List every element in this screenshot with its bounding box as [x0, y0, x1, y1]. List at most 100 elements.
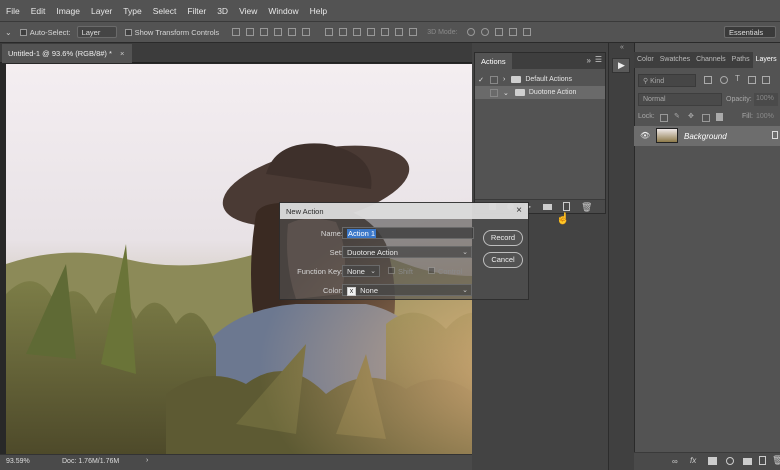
menu-filter[interactable]: Filter — [187, 6, 206, 16]
new-layer-icon[interactable] — [759, 456, 766, 465]
delete-layer-icon[interactable]: 🗑 — [772, 455, 780, 466]
new-group-icon[interactable] — [743, 458, 752, 465]
align-vcenter-icon[interactable] — [246, 28, 255, 36]
name-input-value: Action 1 — [347, 229, 377, 238]
3d-scale-icon[interactable] — [522, 28, 531, 36]
dialog-title-bar[interactable]: New Action × — [280, 203, 528, 219]
tab-swatches[interactable]: Swatches — [657, 52, 693, 68]
menu-layer[interactable]: Layer — [91, 6, 112, 16]
distribute-hcenter-icon[interactable] — [381, 28, 390, 36]
link-layers-icon[interactable]: ∞ — [672, 457, 678, 466]
actions-panel-icon[interactable]: ▶ — [612, 58, 630, 73]
action-set-row[interactable]: ⌄ Duotone Action — [475, 86, 605, 99]
align-right-icon[interactable] — [302, 28, 311, 36]
close-tab-icon[interactable]: × — [120, 49, 124, 58]
layer-style-fx-icon[interactable]: fx — [690, 456, 696, 465]
workspace-switcher[interactable]: Essentials — [724, 26, 776, 38]
zoom-level[interactable]: 93.59% — [6, 458, 30, 465]
menu-window[interactable]: Window — [268, 6, 298, 16]
document-tab[interactable]: Untitled-1 @ 93.6% (RGB/8#) * × — [2, 44, 133, 63]
transform-controls-checkbox[interactable] — [124, 28, 132, 36]
actions-tab[interactable]: Actions — [475, 53, 512, 69]
lock-artboard-icon[interactable] — [702, 114, 710, 122]
tool-preset-chevron-icon[interactable]: ⌄ — [5, 28, 12, 37]
filter-kind-dropdown[interactable]: ⚲ Kind — [638, 74, 696, 87]
control-checkbox[interactable] — [428, 267, 435, 274]
menu-file[interactable]: File — [6, 6, 20, 16]
close-icon[interactable]: × — [516, 205, 522, 216]
name-input[interactable]: Action 1 — [342, 227, 474, 239]
distribute-vcenter-icon[interactable] — [339, 28, 348, 36]
3d-pan-icon[interactable] — [494, 28, 503, 36]
new-set-folder-icon[interactable] — [543, 204, 552, 210]
3d-roll-icon[interactable] — [480, 28, 489, 36]
menu-image[interactable]: Image — [56, 6, 80, 16]
distribute-top-icon[interactable] — [325, 28, 334, 36]
align-top-icon[interactable] — [232, 28, 241, 36]
status-menu-arrow-icon[interactable]: › — [146, 457, 148, 464]
add-mask-icon[interactable] — [708, 457, 717, 465]
delete-icon[interactable]: 🗑 — [581, 202, 592, 213]
filter-adjustment-icon[interactable] — [720, 76, 728, 84]
distribute-right-icon[interactable] — [395, 28, 404, 36]
blend-mode-dropdown[interactable]: Normal — [638, 93, 722, 106]
tab-paths[interactable]: Paths — [729, 52, 753, 68]
opacity-label: Opacity: — [726, 96, 752, 103]
auto-select-value: Layer — [81, 28, 101, 37]
lock-position-icon[interactable]: ✥ — [688, 112, 694, 120]
action-set-label: Default Actions — [525, 76, 573, 83]
3d-slide-icon[interactable] — [508, 28, 517, 36]
menu-type[interactable]: Type — [123, 6, 141, 16]
expand-arrow-icon[interactable]: › — [503, 76, 505, 83]
distribute-bottom-icon[interactable] — [353, 28, 362, 36]
tab-channels[interactable]: Channels — [693, 52, 729, 68]
action-set-row[interactable]: ✓ › Default Actions — [475, 73, 605, 86]
layer-row[interactable]: 👁 Background — [634, 126, 780, 146]
mouse-cursor-icon: ☝ — [556, 213, 570, 225]
eye-visibility-icon[interactable]: 👁 — [640, 131, 650, 140]
lock-all-icon[interactable] — [716, 113, 723, 121]
lock-transparent-icon[interactable] — [660, 114, 668, 122]
dialog-toggle-box[interactable] — [490, 88, 498, 97]
layer-filter-row: ⚲ Kind T — [634, 74, 780, 88]
dock-expand-icon[interactable]: « — [620, 44, 624, 51]
record-button[interactable]: Record — [483, 230, 523, 246]
align-hcenter-icon[interactable] — [288, 28, 297, 36]
function-key-dropdown[interactable]: None ⌄ — [342, 265, 380, 277]
new-action-icon[interactable] — [563, 202, 570, 211]
lock-image-icon[interactable]: ✎ — [674, 112, 680, 120]
menu-3d[interactable]: 3D — [217, 6, 228, 16]
layer-name[interactable]: Background — [684, 132, 727, 141]
dialog-toggle-box[interactable] — [490, 75, 498, 84]
auto-select-checkbox[interactable] — [19, 28, 27, 36]
menu-edit[interactable]: Edit — [31, 6, 46, 16]
adjustment-layer-icon[interactable] — [726, 457, 734, 465]
panel-menu-icon[interactable]: ☰ — [595, 55, 602, 64]
align-left-icon[interactable] — [274, 28, 283, 36]
menu-view[interactable]: View — [239, 6, 257, 16]
tab-color[interactable]: Color — [634, 52, 657, 68]
filter-shape-icon[interactable] — [748, 76, 756, 84]
fill-value[interactable]: 100% — [756, 113, 774, 120]
color-dropdown[interactable]: x None ⌄ — [342, 284, 472, 296]
menu-help[interactable]: Help — [310, 6, 327, 16]
tab-layers[interactable]: Layers — [752, 52, 780, 68]
layers-panel — [634, 43, 780, 470]
set-dropdown[interactable]: Duotone Action ⌄ — [342, 246, 472, 258]
3d-orbit-icon[interactable] — [466, 28, 475, 36]
collapse-panel-icon[interactable]: » — [587, 56, 591, 65]
opacity-field[interactable]: 100% — [754, 93, 778, 106]
cancel-button[interactable]: Cancel — [483, 252, 523, 268]
auto-align-icon[interactable] — [409, 28, 418, 36]
filter-smart-object-icon[interactable] — [762, 76, 770, 84]
shift-checkbox[interactable] — [388, 267, 395, 274]
filter-type-icon[interactable]: T — [735, 74, 740, 83]
distribute-left-icon[interactable] — [367, 28, 376, 36]
collapse-arrow-icon[interactable]: ⌄ — [503, 89, 509, 97]
menu-select[interactable]: Select — [153, 6, 177, 16]
align-bottom-icon[interactable] — [260, 28, 269, 36]
auto-select-dropdown[interactable]: Layer — [76, 26, 117, 38]
filter-pixel-icon[interactable] — [704, 76, 712, 84]
toggle-check-icon[interactable]: ✓ — [475, 76, 487, 84]
function-key-value: None — [347, 267, 365, 276]
